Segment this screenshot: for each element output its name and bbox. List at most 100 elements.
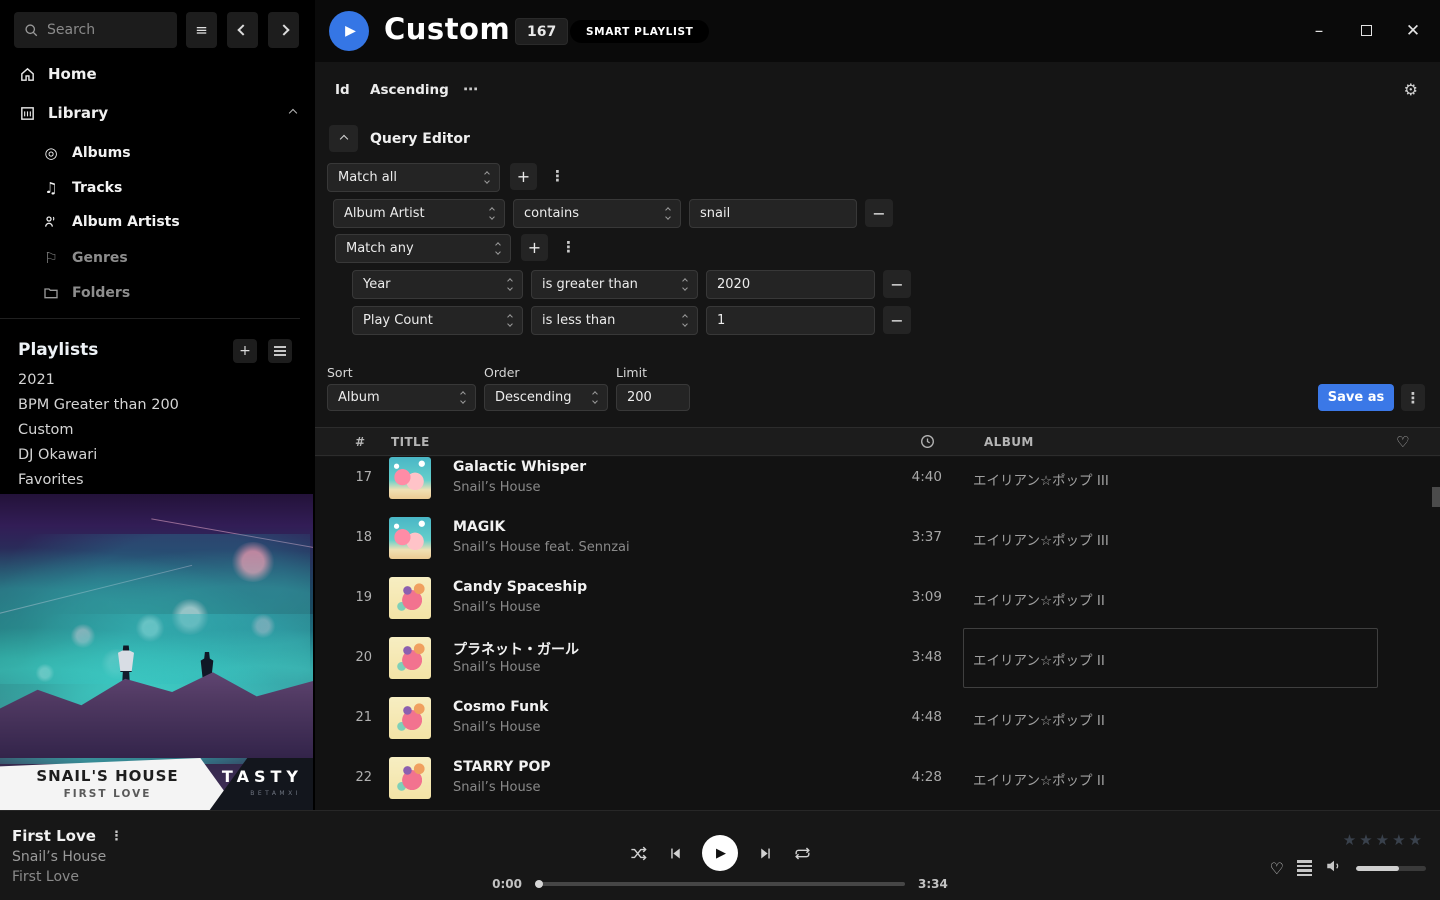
sidebar-item-library[interactable]: Library <box>18 104 296 122</box>
playlist-item-custom[interactable]: Custom <box>18 422 74 438</box>
sidebar-item-album-artists[interactable]: Album Artists <box>42 214 180 230</box>
seek-handle[interactable] <box>535 880 543 888</box>
track-album[interactable]: エイリアン☆ポップ II <box>973 649 1105 669</box>
favorite-heart-button[interactable]: ♡ <box>1270 859 1284 878</box>
table-row[interactable]: 18 MAGIK Snail’s House feat. Sennzai 3:3… <box>315 508 1440 568</box>
now-playing-cover-art[interactable]: SNAIL'S HOUSE FIRST LOVE TASTY BETAMXI <box>0 494 313 810</box>
repeat-button[interactable] <box>792 843 812 863</box>
rule-value-input[interactable]: snail <box>689 199 857 228</box>
rule-operator-select[interactable]: contains <box>513 199 681 228</box>
nav-back-button[interactable] <box>227 12 258 48</box>
sidebar-item-genres[interactable]: ⚐ Genres <box>42 249 128 267</box>
now-playing-menu-button[interactable]: ⋮ <box>110 829 123 844</box>
playlist-item-2021[interactable]: 2021 <box>18 372 55 388</box>
star-icon[interactable]: ★ <box>1343 831 1356 849</box>
flag-icon: ⚐ <box>42 249 60 267</box>
table-row[interactable]: 17 Galactic Whisper Snail’s House 4:40 エ… <box>315 457 1440 508</box>
group-rule2-operator-select[interactable]: is less than <box>531 306 698 335</box>
track-artist[interactable]: Snail’s House <box>453 780 540 795</box>
add-rule-button[interactable]: + <box>510 163 537 190</box>
playlist-item-dj-okawari[interactable]: DJ Okawari <box>18 447 97 463</box>
remove-rule-button[interactable]: − <box>865 199 893 227</box>
add-group-rule-button[interactable]: + <box>521 234 548 261</box>
manage-playlists-button[interactable] <box>268 339 292 363</box>
track-album[interactable]: エイリアン☆ポップ III <box>973 529 1109 549</box>
track-artist[interactable]: Snail’s House <box>453 660 540 675</box>
queue-button[interactable] <box>1297 860 1312 876</box>
table-row[interactable]: 22 STARRY POP Snail’s House 4:28 エイリアン☆ポ… <box>315 748 1440 808</box>
total-time: 3:34 <box>918 877 960 891</box>
play-pause-button[interactable]: ▶ <box>702 835 738 871</box>
track-artist[interactable]: Snail’s House <box>453 600 540 615</box>
playlist-item-bpm[interactable]: BPM Greater than 200 <box>18 397 179 413</box>
sidebar-item-albums[interactable]: ◎ Albums <box>42 144 131 162</box>
table-row[interactable]: 19 Candy Spaceship Snail’s House 3:09 エイ… <box>315 568 1440 628</box>
group-rule-menu-button[interactable]: ⋮ <box>561 238 576 256</box>
save-as-button[interactable]: Save as <box>1318 384 1394 411</box>
remove-group-rule2-button[interactable]: − <box>883 306 911 334</box>
group-match-select[interactable]: Match any <box>335 234 511 263</box>
settings-gear-button[interactable]: ⚙ <box>1404 80 1418 99</box>
now-playing-album[interactable]: First Love <box>12 869 79 885</box>
close-button[interactable]: ✕ <box>1404 21 1422 41</box>
album-art-thumbnail <box>389 577 431 619</box>
minimize-button[interactable]: – <box>1310 21 1328 41</box>
column-index[interactable]: # <box>355 435 365 449</box>
sort-select[interactable]: Album <box>327 384 476 411</box>
add-playlist-button[interactable]: + <box>233 339 257 363</box>
scrollbar-thumb[interactable] <box>1432 487 1440 507</box>
star-icon[interactable]: ★ <box>1392 831 1405 849</box>
track-album[interactable]: エイリアン☆ポップ II <box>973 709 1105 729</box>
collapse-query-editor-button[interactable] <box>329 125 358 152</box>
table-row[interactable]: 20 プラネット・ガール Snail’s House 3:48 エイリアン☆ポッ… <box>315 628 1440 688</box>
rule-value: 1 <box>717 313 725 328</box>
star-icon[interactable]: ★ <box>1409 831 1422 849</box>
sidebar-item-folders[interactable]: Folders <box>42 285 130 301</box>
now-playing-artist[interactable]: Snail’s House <box>12 849 106 865</box>
group-rule2-field-select[interactable]: Play Count <box>352 306 523 335</box>
sidebar-item-home[interactable]: Home <box>18 65 97 83</box>
duration-clock-icon[interactable] <box>920 434 935 452</box>
track-album[interactable]: エイリアン☆ポップ III <box>973 469 1109 489</box>
play-playlist-button[interactable]: ▶ <box>329 11 369 51</box>
volume-button[interactable] <box>1325 857 1343 879</box>
star-icon[interactable]: ★ <box>1376 831 1389 849</box>
limit-input[interactable]: 200 <box>616 384 690 411</box>
track-artist[interactable]: Snail’s House feat. Sennzai <box>453 540 630 555</box>
nav-forward-button[interactable] <box>268 12 299 48</box>
order-select[interactable]: Descending <box>484 384 608 411</box>
column-favorite-heart-icon[interactable]: ♡ <box>1396 433 1410 451</box>
search-input[interactable]: Search <box>14 12 177 48</box>
sort-field-button[interactable]: Id <box>335 82 350 98</box>
group-rule2-value-input[interactable]: 1 <box>706 306 875 335</box>
table-row[interactable]: 21 Cosmo Funk Snail’s House 4:48 エイリアン☆ポ… <box>315 688 1440 748</box>
save-menu-button[interactable]: ⋮ <box>1401 384 1425 411</box>
next-button[interactable] <box>755 843 775 863</box>
sort-order-button[interactable]: Ascending <box>370 82 449 98</box>
shuffle-button[interactable] <box>628 843 648 863</box>
remove-group-rule1-button[interactable]: − <box>883 270 911 298</box>
track-album[interactable]: エイリアン☆ポップ II <box>973 769 1105 789</box>
sidebar-item-tracks[interactable]: ♫ Tracks <box>42 179 122 197</box>
rule-field-select[interactable]: Album Artist <box>333 199 505 228</box>
column-title[interactable]: TITLE <box>391 435 430 449</box>
root-match-select[interactable]: Match all <box>327 163 500 192</box>
track-artist[interactable]: Snail’s House <box>453 720 540 735</box>
root-rule-menu-button[interactable]: ⋮ <box>550 167 565 185</box>
playlist-item-favorites[interactable]: Favorites <box>18 472 84 488</box>
group-rule1-value-input[interactable]: 2020 <box>706 270 875 299</box>
now-playing-title[interactable]: First Love <box>12 827 96 845</box>
maximize-button[interactable] <box>1357 21 1375 41</box>
column-album[interactable]: ALBUM <box>984 435 1034 449</box>
track-album[interactable]: エイリアン☆ポップ II <box>973 589 1105 609</box>
seek-bar[interactable] <box>535 882 905 886</box>
menu-button[interactable]: ≡ <box>186 12 217 48</box>
group-rule1-operator-select[interactable]: is greater than <box>531 270 698 299</box>
more-options-button[interactable]: ⋯ <box>463 80 478 98</box>
limit-value: 200 <box>627 390 652 405</box>
previous-button[interactable] <box>665 843 685 863</box>
track-artist[interactable]: Snail’s House <box>453 480 540 495</box>
star-icon[interactable]: ★ <box>1359 831 1372 849</box>
volume-slider[interactable] <box>1356 866 1426 871</box>
group-rule1-field-select[interactable]: Year <box>352 270 523 299</box>
